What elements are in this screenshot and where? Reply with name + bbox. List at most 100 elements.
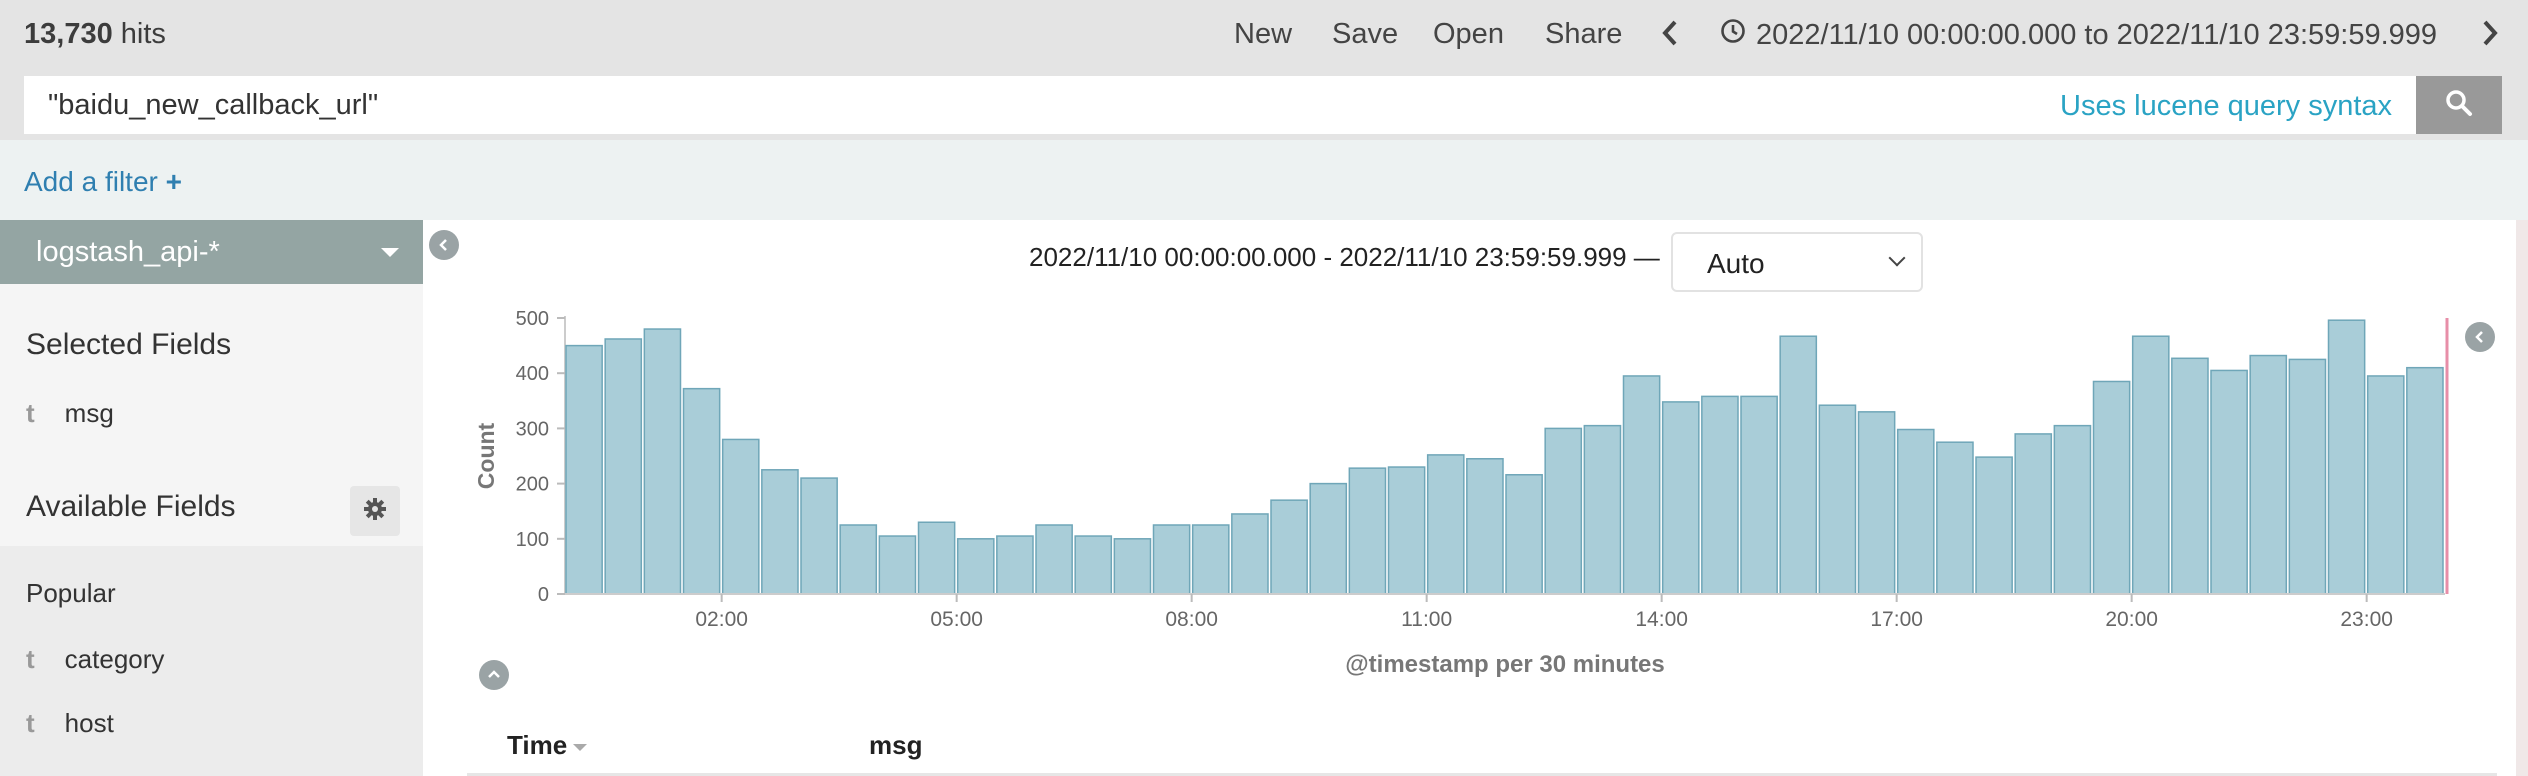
histogram-bar	[1505, 474, 1543, 595]
chevron-up-icon	[488, 670, 500, 678]
available-field-host[interactable]: t host	[26, 708, 114, 739]
open-button[interactable]: Open	[1433, 18, 1504, 51]
histogram-bar	[1309, 482, 1348, 595]
histogram-bar	[1074, 535, 1113, 595]
histogram-bar	[878, 535, 917, 595]
histogram-bar	[1426, 454, 1465, 595]
time-range-text: 2022/11/10 00:00:00.000 to 2022/11/10 23…	[1756, 18, 2438, 51]
x-tick-label: 08:00	[1165, 608, 1218, 631]
available-field-category[interactable]: t category	[26, 644, 164, 675]
x-axis-label: @timestamp per 30 minutes	[1345, 651, 1665, 678]
histogram-bar	[761, 469, 799, 595]
available-fields-title: Available Fields	[26, 490, 236, 523]
histogram-bar	[996, 535, 1034, 595]
hits-count: 13,730 hits	[24, 18, 166, 50]
string-type-icon: t	[26, 644, 35, 674]
histogram-bar	[1035, 524, 1073, 595]
popular-title: Popular	[26, 578, 116, 608]
histogram-bar	[917, 521, 956, 595]
doc-table-header: Time msg	[467, 730, 2497, 776]
top-bar: 13,730 hits New Save Open Share 2022/11/…	[0, 0, 2528, 70]
histogram-bar	[2131, 335, 2170, 595]
y-tick-label: 100	[516, 529, 549, 551]
save-button[interactable]: Save	[1332, 18, 1398, 51]
field-sidebar: logstash_api-* Selected Fields t msg Ava…	[0, 220, 423, 776]
y-tick-label: 0	[538, 584, 549, 606]
chevron-left-icon[interactable]	[1660, 18, 1680, 56]
search-icon	[2445, 89, 2473, 122]
histogram-bar	[2014, 433, 2053, 595]
histogram-bar	[1231, 513, 1269, 595]
add-filter-button[interactable]: Add a filter +	[24, 166, 182, 198]
histogram-bar	[1348, 467, 1387, 595]
sort-caret-icon	[573, 743, 588, 751]
y-tick-label: 400	[516, 363, 549, 385]
selected-field-msg[interactable]: t msg	[26, 398, 114, 429]
histogram-bar	[2249, 354, 2288, 595]
histogram-bar	[604, 338, 643, 595]
field-settings-button[interactable]	[350, 486, 400, 536]
query-bar: Uses lucene query syntax	[0, 70, 2528, 140]
x-tick-label: 17:00	[1870, 608, 1923, 631]
histogram-bar	[2171, 357, 2209, 595]
histogram-bar	[839, 524, 878, 595]
histogram-bar	[1152, 524, 1191, 595]
string-type-icon: t	[26, 398, 35, 428]
time-picker[interactable]: 2022/11/10 00:00:00.000 to 2022/11/10 23…	[1720, 18, 2437, 52]
chevron-right-icon[interactable]	[2480, 18, 2500, 56]
new-button[interactable]: New	[1234, 18, 1292, 51]
histogram-bar	[682, 387, 721, 595]
histogram-bar	[1936, 441, 1974, 595]
toggle-chart-button[interactable]	[479, 660, 509, 690]
histogram-bar	[2288, 358, 2327, 595]
histogram-bar	[1387, 466, 1426, 595]
caret-down-icon	[381, 248, 399, 257]
share-button[interactable]: Share	[1545, 18, 1622, 51]
histogram-bar	[2092, 380, 2131, 595]
histogram-bar	[1466, 458, 1504, 595]
histogram-bar	[1270, 499, 1308, 595]
histogram-bar	[1818, 404, 1857, 595]
histogram-bar	[2327, 319, 2366, 595]
column-header-msg[interactable]: msg	[869, 730, 922, 761]
x-tick-label: 11:00	[1401, 608, 1452, 631]
string-type-icon: t	[26, 708, 35, 738]
histogram-bar	[1857, 411, 1896, 595]
index-pattern-selector[interactable]: logstash_api-*	[0, 220, 423, 284]
collapse-chart-button[interactable]	[2465, 322, 2495, 352]
y-tick-label: 300	[516, 418, 549, 440]
histogram-bar	[643, 328, 682, 595]
histogram-bar	[956, 538, 995, 595]
histogram-bar	[1544, 427, 1583, 595]
x-tick-label: 23:00	[2340, 608, 2393, 631]
histogram-bar	[1661, 401, 1700, 595]
gear-icon	[363, 497, 387, 526]
histogram-bar	[721, 438, 760, 595]
histogram-bar	[565, 344, 603, 595]
plus-icon: +	[165, 166, 182, 197]
right-scroll-edge	[2516, 220, 2528, 776]
histogram-bar	[1896, 428, 1935, 595]
histogram-bar	[1975, 456, 2013, 595]
chevron-left-icon	[2475, 331, 2483, 343]
histogram-bar	[1622, 375, 1661, 595]
column-header-time[interactable]: Time	[507, 730, 588, 761]
histogram-chart: 0 100 200 300 400 500 Count 02:00 05:00 08:00 11:0…	[473, 308, 2449, 678]
histogram-bar	[2210, 369, 2248, 595]
filter-bar: Add a filter +	[0, 140, 2528, 220]
selected-fields-title: Selected Fields	[26, 328, 232, 361]
y-tick-label: 200	[516, 474, 549, 496]
x-tick-label: 05:00	[930, 608, 983, 631]
histogram-bar	[2406, 366, 2444, 595]
search-input[interactable]	[24, 76, 2416, 134]
discover-main: 2022/11/10 00:00:00.000 - 2022/11/10 23:…	[423, 220, 2528, 776]
histogram-bar	[1740, 395, 1778, 595]
histogram-bar	[2366, 375, 2405, 595]
histogram-bar	[1779, 335, 1818, 595]
histogram-bar	[800, 477, 838, 595]
lucene-syntax-link[interactable]: Uses lucene query syntax	[2060, 90, 2392, 123]
y-tick-label: 500	[516, 308, 549, 330]
search-button[interactable]	[2416, 76, 2502, 134]
histogram-bar	[1583, 424, 1622, 595]
histogram-bar	[1113, 538, 1152, 595]
